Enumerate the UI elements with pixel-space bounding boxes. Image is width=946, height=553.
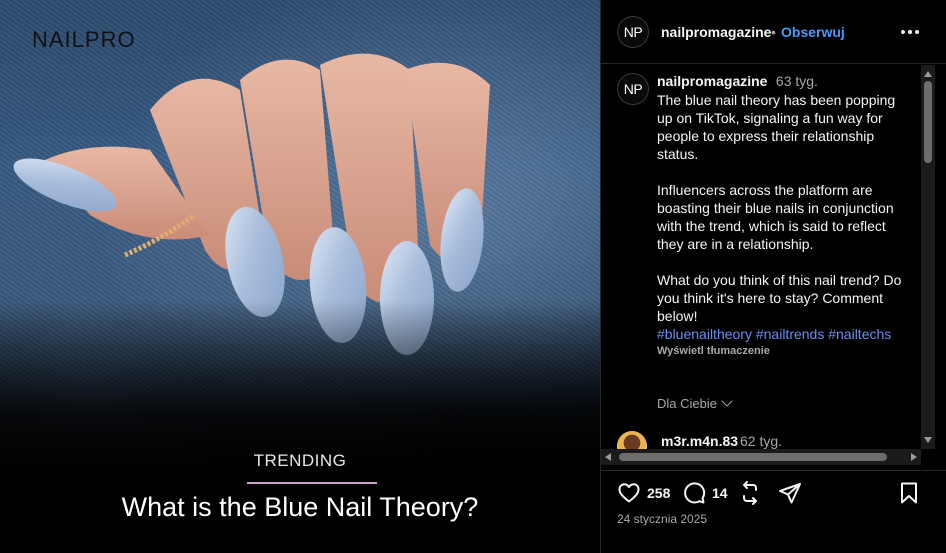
caption-username[interactable]: nailpromagazine — [657, 73, 767, 89]
comments-area[interactable]: NP nailpromagazine 63 tyg. The blue nail… — [601, 65, 946, 449]
comment-timestamp[interactable]: 62 tyg. — [740, 433, 782, 449]
vertical-scrollbar[interactable] — [921, 65, 935, 449]
comment-item: m3r.m4n.83 62 tyg. — [617, 431, 917, 449]
separator-dot: • — [771, 24, 776, 40]
for-you-filter[interactable]: Dla Ciebie — [657, 395, 733, 411]
like-count[interactable]: 258 — [647, 485, 670, 501]
post-image[interactable]: NAILPRO TRENDING What is the Blue Nail T… — [0, 0, 600, 553]
scroll-right-arrow-icon[interactable] — [911, 453, 917, 461]
more-horizontal-icon[interactable] — [898, 22, 922, 42]
comment-count[interactable]: 14 — [712, 485, 728, 501]
caption-hashtags[interactable]: #bluenailtheory #nailtrends #nailtechs — [657, 325, 913, 343]
send-icon[interactable] — [778, 481, 802, 505]
author-username[interactable]: nailpromagazine — [661, 24, 771, 40]
bookmark-icon[interactable] — [897, 481, 921, 505]
translate-link[interactable]: Wyświetl tłumaczenie — [657, 345, 913, 357]
action-bar: 258 14 — [601, 470, 946, 510]
brand-logo: NAILPRO — [32, 27, 136, 52]
commenter-username[interactable]: m3r.m4n.83 — [661, 433, 738, 449]
kicker-divider — [247, 482, 377, 484]
scroll-left-arrow-icon[interactable] — [605, 453, 611, 461]
horizontal-scrollbar[interactable] — [601, 449, 921, 465]
image-kicker: TRENDING — [253, 451, 347, 470]
comment-icon[interactable] — [682, 481, 706, 505]
post-date[interactable]: 24 stycznia 2025 — [617, 512, 707, 526]
commenter-avatar[interactable] — [617, 431, 647, 449]
caption-body: nailpromagazine 63 tyg. The blue nail th… — [657, 73, 913, 357]
post-details-panel: NP nailpromagazine • Obserwuj NP nailpro… — [600, 0, 946, 553]
image-headline: What is the Blue Nail Theory? — [121, 492, 479, 522]
scroll-thumb-horizontal[interactable] — [619, 453, 887, 461]
caption-text: The blue nail theory has been popping up… — [657, 92, 902, 324]
follow-button[interactable]: Obserwuj — [781, 24, 845, 40]
scroll-thumb[interactable] — [924, 81, 932, 163]
scroll-up-arrow-icon[interactable] — [924, 71, 932, 77]
post-header: NP nailpromagazine • Obserwuj — [601, 0, 946, 64]
avatar[interactable]: NP — [617, 16, 649, 48]
caption-avatar[interactable]: NP — [617, 73, 649, 105]
heart-icon[interactable] — [617, 481, 641, 505]
scroll-down-arrow-icon[interactable] — [924, 437, 932, 443]
for-you-label: Dla Ciebie — [657, 396, 717, 411]
chevron-down-icon — [721, 395, 733, 407]
repost-icon[interactable] — [738, 481, 762, 505]
caption-timestamp[interactable]: 63 tyg. — [776, 73, 818, 89]
